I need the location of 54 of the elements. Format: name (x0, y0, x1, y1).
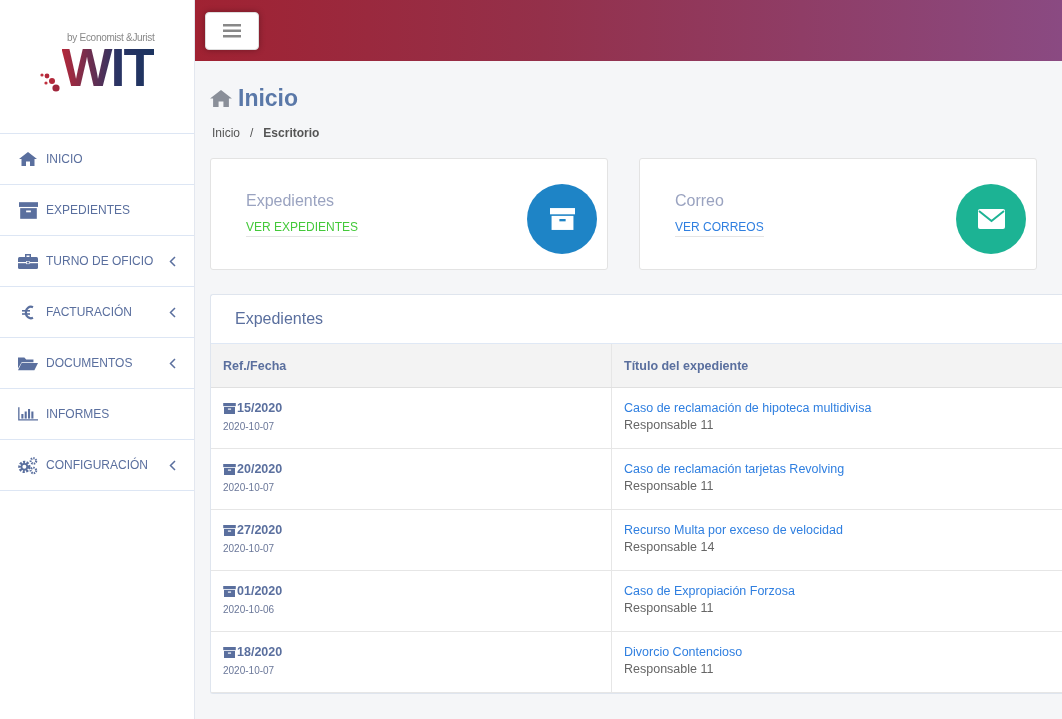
page-title: Inicio (238, 85, 299, 112)
archive-box-icon (223, 646, 236, 658)
case-title-link[interactable]: Recurso Multa por exceso de velocidad (624, 523, 1050, 537)
sidebar-item[interactable]: INFORMES (0, 389, 194, 440)
breadcrumb-item: Escritorio (263, 126, 320, 140)
archive-box-icon (223, 402, 236, 414)
dots-icon (39, 71, 62, 94)
case-title-link[interactable]: Caso de reclamación tarjetas Revolving (624, 462, 1050, 476)
envelope-icon (977, 209, 1005, 229)
card-link[interactable]: VER CORREOS (675, 219, 764, 237)
card-title: Expedientes (246, 191, 335, 210)
case-date: 2020-10-07 (223, 543, 276, 554)
bar-chart-icon (18, 406, 38, 422)
case-reference: 15/2020 (237, 401, 283, 415)
case-reference: 20/2020 (237, 462, 283, 476)
archive-box-icon (18, 201, 38, 219)
sidebar-item[interactable]: TURNO DE OFICIO (0, 236, 194, 287)
column-header: Título del expediente (611, 344, 1062, 388)
breadcrumb-separator: / (250, 126, 254, 140)
case-date: 2020-10-07 (223, 482, 276, 493)
case-owner: Responsable 11 (624, 479, 715, 493)
case-title-link[interactable]: Divorcio Contencioso (624, 645, 1050, 659)
case-reference: 18/2020 (237, 645, 283, 659)
case-reference: 01/2020 (237, 584, 283, 598)
card-title: Correo (675, 191, 724, 210)
case-date: 2020-10-07 (223, 665, 276, 676)
case-title-link[interactable]: Caso de Expropiación Forzosa (624, 584, 1050, 598)
archive-box-icon (223, 524, 236, 536)
sidebar-item[interactable]: CONFIGURACIÓN (0, 440, 194, 491)
sidebar-item[interactable]: EXPEDIENTES (0, 185, 194, 236)
gears-icon (18, 455, 38, 475)
briefcase-icon (18, 253, 38, 269)
menu-icon (223, 23, 241, 38)
sidebar-item[interactable]: DOCUMENTOS (0, 338, 194, 389)
case-owner: Responsable 11 (624, 662, 715, 676)
euro-icon (22, 304, 34, 320)
case-owner: Responsable 11 (624, 418, 715, 432)
sidebar-item[interactable]: INICIO (0, 134, 194, 185)
case-date: 2020-10-07 (223, 421, 276, 432)
archive-box-icon (223, 463, 236, 475)
archive-box-icon (549, 208, 575, 230)
sidebar-item[interactable]: FACTURACIÓN (0, 287, 194, 338)
case-date: 2020-10-06 (223, 604, 276, 615)
folder-icon (18, 355, 38, 371)
case-owner: Responsable 14 (624, 540, 716, 554)
case-reference: 27/2020 (237, 523, 283, 537)
home-icon (210, 90, 232, 107)
menu-button[interactable] (205, 11, 259, 50)
column-header: Ref./Fecha (211, 344, 612, 388)
breadcrumb-item[interactable]: Inicio (212, 126, 240, 140)
archive-box-icon (223, 585, 236, 597)
home-icon (19, 152, 37, 166)
case-title-link[interactable]: Caso de reclamación de hipoteca multidivisa (624, 401, 1050, 415)
case-owner: Responsable 11 (624, 601, 715, 615)
